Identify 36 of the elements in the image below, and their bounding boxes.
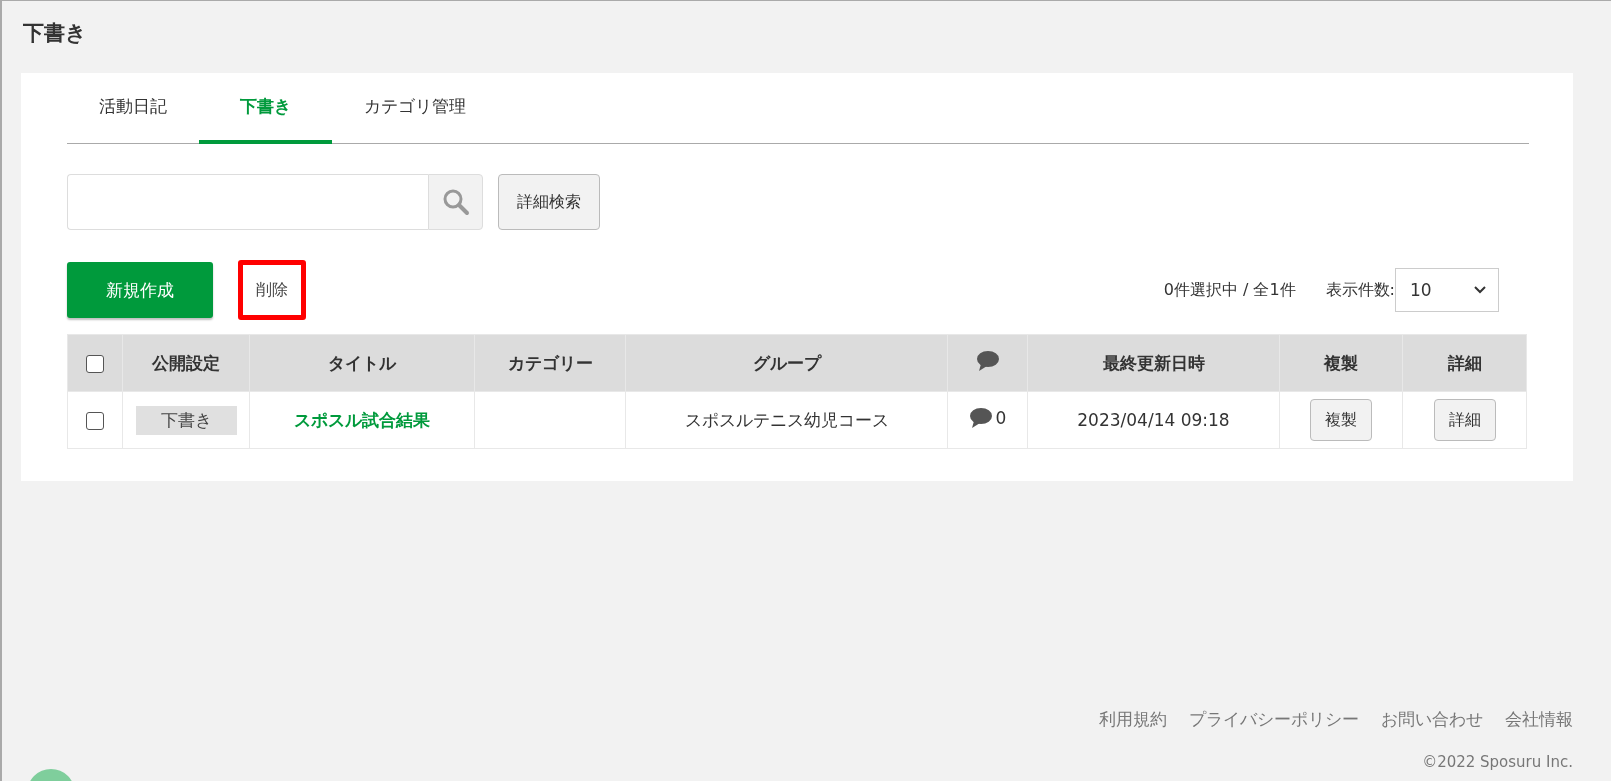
search-field[interactable] — [67, 174, 428, 230]
select-all-checkbox[interactable] — [86, 355, 104, 373]
table-cell: 2023/04/14 09:18 — [1077, 410, 1230, 430]
comment-icon — [968, 407, 993, 429]
footer-link[interactable]: お問い合わせ — [1381, 708, 1483, 731]
row-checkbox[interactable] — [86, 412, 104, 430]
tab[interactable]: カテゴリ管理 — [332, 73, 498, 144]
page-size-select[interactable]: 10 — [1395, 268, 1499, 312]
footer-link[interactable]: 会社情報 — [1505, 708, 1573, 731]
detail-button[interactable]: 詳細 — [1433, 399, 1496, 441]
table-cell: スポスルテニス幼児コース — [684, 409, 889, 430]
search-icon — [441, 188, 470, 216]
column-header: 詳細 — [1447, 352, 1482, 373]
create-button[interactable]: 新規作成 — [67, 262, 213, 318]
column-header: タイトル — [328, 352, 396, 373]
advanced-search-button[interactable]: 詳細検索 — [498, 174, 600, 230]
selection-count: 0件選択中 / 全1件 — [1163, 279, 1296, 301]
column-header: 最終更新日時 — [1102, 352, 1205, 373]
tab[interactable]: 活動日記 — [67, 73, 199, 144]
column-header: グループ — [752, 352, 821, 373]
delete-button[interactable]: 削除 — [238, 260, 306, 320]
footer-link[interactable]: プライバシーポリシー — [1189, 708, 1359, 731]
column-header: 複製 — [1324, 352, 1358, 373]
tab[interactable]: 下書き — [199, 73, 332, 144]
footer-link[interactable]: 利用規約 — [1099, 708, 1167, 731]
column-header: 公開設定 — [152, 352, 220, 373]
status-badge: 下書き — [135, 405, 237, 435]
page-size-label: 表示件数: — [1325, 279, 1395, 301]
page-title: 下書き — [23, 20, 88, 47]
chevron-down-icon — [1474, 286, 1486, 294]
copyright: ©2022 Sposuru Inc. — [1421, 753, 1573, 771]
duplicate-button[interactable]: 複製 — [1310, 399, 1372, 441]
comment-count: 0 — [995, 408, 1007, 428]
search-button[interactable] — [428, 174, 483, 230]
comment-icon — [975, 350, 1000, 372]
column-header: カテゴリー — [507, 352, 593, 373]
